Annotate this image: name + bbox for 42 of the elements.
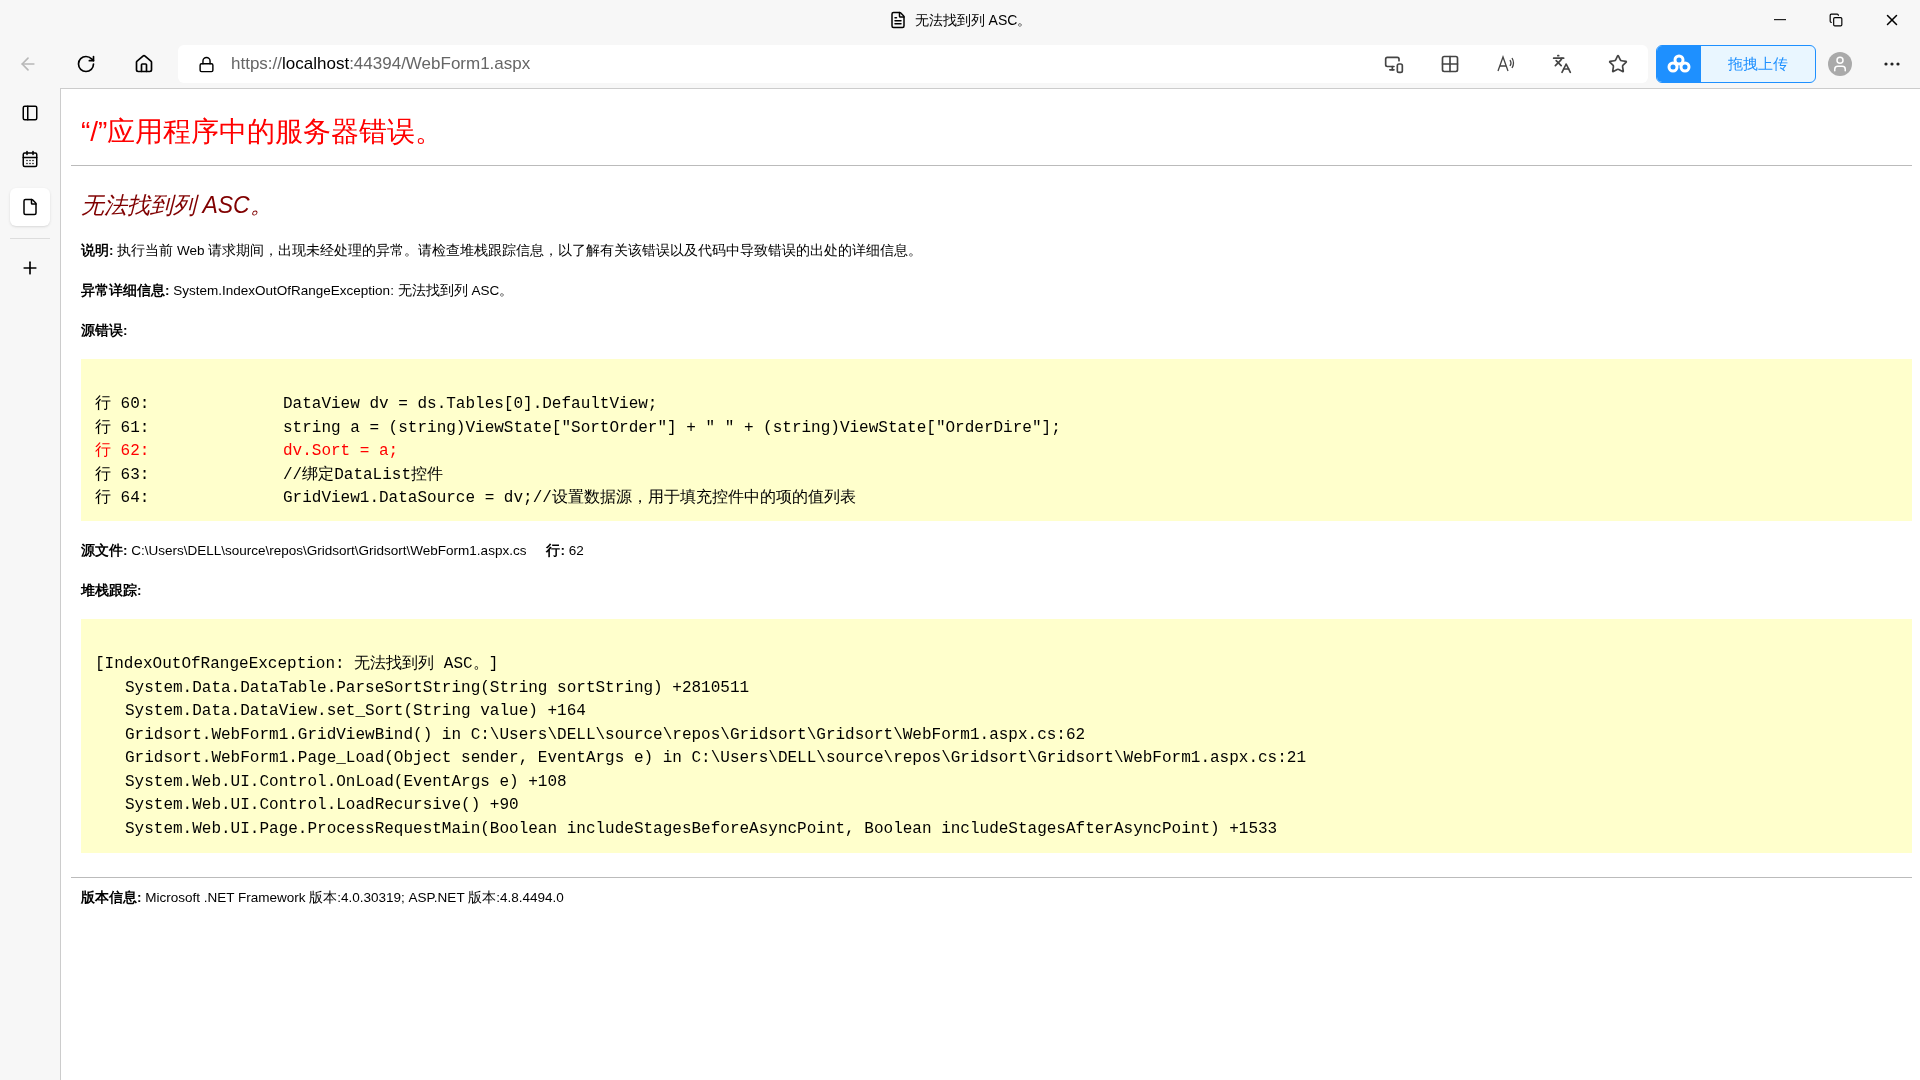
favorite-icon[interactable] xyxy=(1608,54,1628,74)
home-icon xyxy=(134,54,154,74)
code-line: 行 63: //绑定DataList控件 xyxy=(95,464,444,486)
person-icon xyxy=(1831,55,1849,73)
calendar-icon xyxy=(21,150,39,168)
source-file-text: 源文件: C:\Users\DELL\source\repos\Gridsort\Gridsort\WebForm1.aspx.cs 行: 62 xyxy=(80,541,585,560)
apps-icon[interactable] xyxy=(1440,54,1460,74)
lock-icon xyxy=(198,55,215,73)
stack-trace-line: System.Data.DataTable.ParseSortString(String sortString) +2810511 xyxy=(124,677,751,699)
minimize-icon xyxy=(1774,19,1786,21)
address-bar[interactable]: https://localhost:44394/WebForm1.aspx xyxy=(178,45,1648,83)
description-text: 说明: 执行当前 Web 请求期间，出现未经处理的异常。请检查堆栈跟踪信息，以了解有关该错误以及代码中导致错误的出处的详细信息。 xyxy=(80,241,924,260)
page-icon xyxy=(888,11,907,29)
stack-trace-line: System.Web.UI.Page.ProcessRequestMain(Boolean includeStagesBeforeAsyncPoint, Boolean includeStagesAfterAsyncPoint) +1533 xyxy=(124,818,1279,840)
stack-trace-line: [IndexOutOfRangeException: 无法找到列 ASC。] xyxy=(95,654,500,676)
exception-text: 异常详细信息: System.IndexOutOfRangeException: 无法找到列 ASC。 xyxy=(80,281,515,300)
error-message: 无法找到列 ASC。 xyxy=(80,191,274,220)
read-aloud-icon[interactable] xyxy=(1496,54,1516,74)
stack-trace-line: Gridsort.WebForm1.Page_Load(Object sender, EventArgs e) in C:\Users\DELL\source\repos\Gridsort\Gridsort\WebForm1.aspx.cs:21 xyxy=(124,748,1307,770)
window-title: 无法找到列 ASC。 xyxy=(914,10,1032,30)
page-icon xyxy=(21,198,39,216)
code-line: 行 60: DataView dv = ds.Tables[0].DefaultView; xyxy=(95,394,659,416)
restore-icon xyxy=(1829,13,1843,27)
stack-trace-line: System.Web.UI.Control.OnLoad(EventArgs e) +108 xyxy=(124,771,568,793)
device-icon[interactable] xyxy=(1384,54,1404,74)
stack-trace-line: System.Data.DataView.set_Sort(String value) +164 xyxy=(124,701,587,723)
tabs-icon xyxy=(21,104,39,122)
section-label: 源错误: xyxy=(80,322,129,340)
refresh-icon xyxy=(76,54,96,74)
error-heading: “/”应用程序中的服务器错误。 xyxy=(80,115,445,149)
code-line: 行 62: dv.Sort = a; xyxy=(95,441,400,463)
more-icon xyxy=(1884,62,1900,66)
code-line: 行 61: string a = (string)ViewState["SortOrder"] + " " + (string)ViewState["OrderDire"]; xyxy=(95,417,1062,439)
code-line: 行 64: GridView1.DataSource = dv;//设置数据源，用于填充控件中的项的值列表 xyxy=(95,487,857,510)
translate-icon[interactable] xyxy=(1552,54,1572,74)
version-text: 版本信息: Microsoft .NET Framework 版本:4.0.30319; ASP.NET 版本:4.8.4494.0 xyxy=(80,889,565,908)
cloud-icon xyxy=(1666,54,1692,74)
url-text: https://localhost:44394/WebForm1.aspx xyxy=(231,53,531,76)
sidebar-tab[interactable] xyxy=(10,188,50,226)
stack-trace-line: System.Web.UI.Control.LoadRecursive() +90 xyxy=(124,795,520,817)
stack-trace-line: Gridsort.WebForm1.GridViewBind() in C:\Users\DELL\source\repos\Gridsort\Gridsort\WebForm1.aspx.cs:62 xyxy=(124,724,1087,746)
section-label: 堆栈跟踪: xyxy=(79,582,143,600)
